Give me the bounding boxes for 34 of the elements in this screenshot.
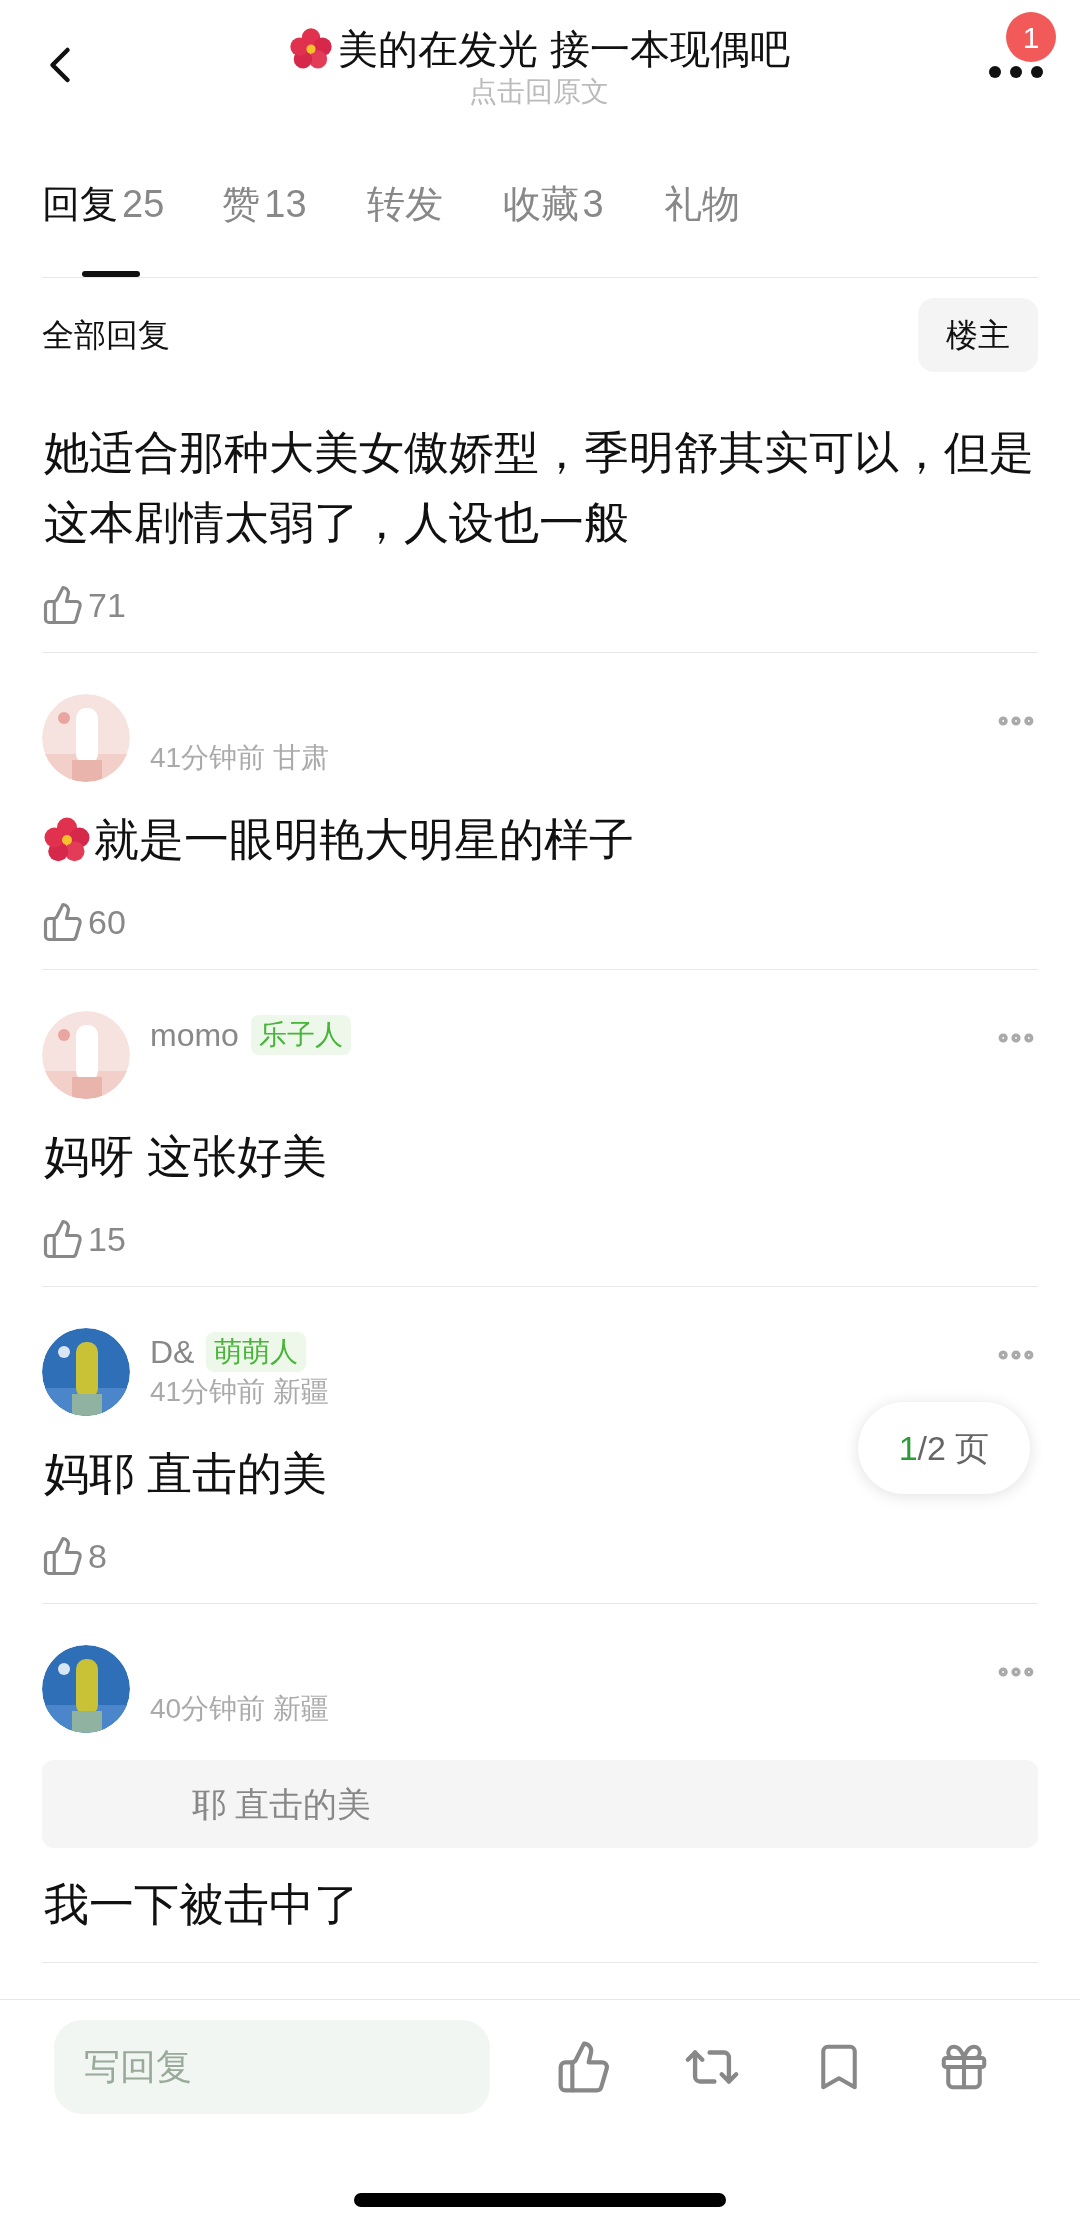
comment-text: 就是一眼明艳大明星的样子: [94, 813, 634, 867]
page-indicator[interactable]: 1/2 页: [858, 1402, 1030, 1494]
user-name[interactable]: momo: [150, 1015, 239, 1055]
comment-meta: 40分钟前 新疆: [150, 1692, 330, 1726]
post-title: 美的在发光 接一本现偶吧: [338, 26, 790, 73]
comment-text: 妈耶 直击的美: [44, 1447, 327, 1501]
tab[interactable]: 礼物: [663, 180, 740, 277]
thumbs-up-icon: [42, 1535, 84, 1577]
back-to-post-link[interactable]: 点击回原文: [469, 74, 609, 110]
reply-input-field[interactable]: 写回复: [54, 2020, 490, 2114]
like-button[interactable]: 15: [42, 1214, 126, 1264]
thumbs-up-icon: [42, 901, 84, 943]
notification-badge: 1: [1006, 12, 1056, 62]
like-button[interactable]: 71: [42, 580, 126, 630]
like-button[interactable]: 8: [42, 1531, 107, 1581]
comment-meta: 41分钟前 甘肃: [150, 741, 330, 775]
user-tag: 萌萌人: [206, 1332, 307, 1372]
quoted-reply: 耶 直击的美: [42, 1760, 1038, 1848]
user-tag: 乐子人: [250, 1015, 351, 1055]
thumbs-up-icon: [42, 584, 84, 626]
comment-meta: 41分钟前 新疆: [150, 1375, 330, 1409]
section-title: 全部回复: [42, 316, 170, 355]
like-button[interactable]: 60: [42, 897, 126, 947]
tab[interactable]: 回复 25: [42, 180, 165, 277]
tab[interactable]: 赞 13: [222, 180, 307, 277]
more-icon[interactable]: [988, 65, 1044, 79]
comment-text: 妈呀 这张好美: [44, 1130, 327, 1184]
comment-text: 她适合那种大美女傲娇型，季明舒其实可以，但是这本剧情太弱了，人设也一般: [44, 426, 1035, 550]
user-name[interactable]: D&: [150, 1332, 195, 1372]
comment-text: 我一下被击中了: [44, 1878, 359, 1932]
tab[interactable]: 转发: [366, 180, 443, 277]
filter-button[interactable]: 楼主: [918, 298, 1038, 372]
thumbs-up-icon: [42, 1218, 84, 1260]
tab[interactable]: 收藏3: [502, 180, 604, 277]
